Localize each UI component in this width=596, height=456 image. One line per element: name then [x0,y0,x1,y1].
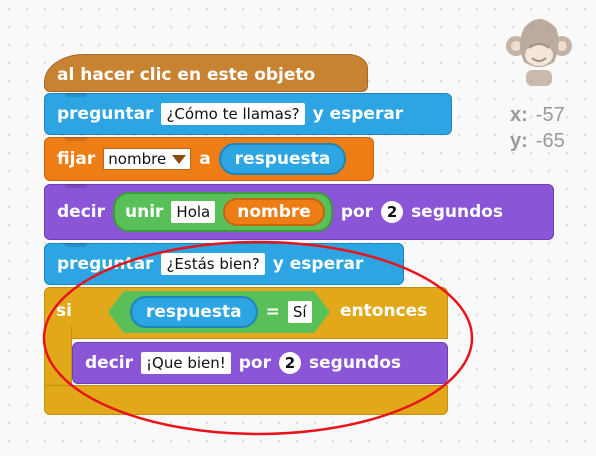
set-variable-block[interactable]: fijar nombre a respuesta [44,137,374,181]
say-for-secs-block[interactable]: decir unir Hola nombre por 2 segundos [44,184,554,240]
variable-dropdown-value: nombre [108,150,167,168]
x-label: x: [510,104,528,126]
sprite-y-coordinate: y: -65 [510,130,565,153]
highlight-ellipse [42,240,474,436]
dropdown-caret-icon [172,154,187,164]
say-label: decir [57,202,105,222]
say-secs-unit: segundos [411,202,504,222]
ask-block[interactable]: preguntar ¿Cómo te llamas? y esperar [44,93,452,135]
monkey-sprite-icon [506,19,572,86]
ask-label: preguntar [57,104,154,124]
join-text-input[interactable]: Hola [171,201,216,223]
y-value: -65 [535,130,565,152]
y-label: y: [510,130,528,152]
hat-block-when-clicked[interactable]: al hacer clic en este objeto [44,54,368,92]
ask-question-input[interactable]: ¿Cómo te llamas? [161,103,305,125]
hat-block-label: al hacer clic en este objeto [57,65,316,85]
say-for-label: por [340,202,374,222]
variable-dropdown[interactable]: nombre [103,148,192,170]
join-reporter[interactable]: unir Hola nombre [113,192,333,232]
ask-suffix: y esperar [312,104,404,124]
set-to-label: a [199,149,211,169]
name-variable-reporter[interactable]: nombre [223,198,325,226]
say-secs-input[interactable]: 2 [381,201,404,223]
set-label: fijar [57,149,96,169]
join-label: unir [125,202,164,222]
x-value: -57 [535,104,565,126]
answer-reporter[interactable]: respuesta [218,143,347,175]
sprite-x-coordinate: x: -57 [510,104,565,127]
